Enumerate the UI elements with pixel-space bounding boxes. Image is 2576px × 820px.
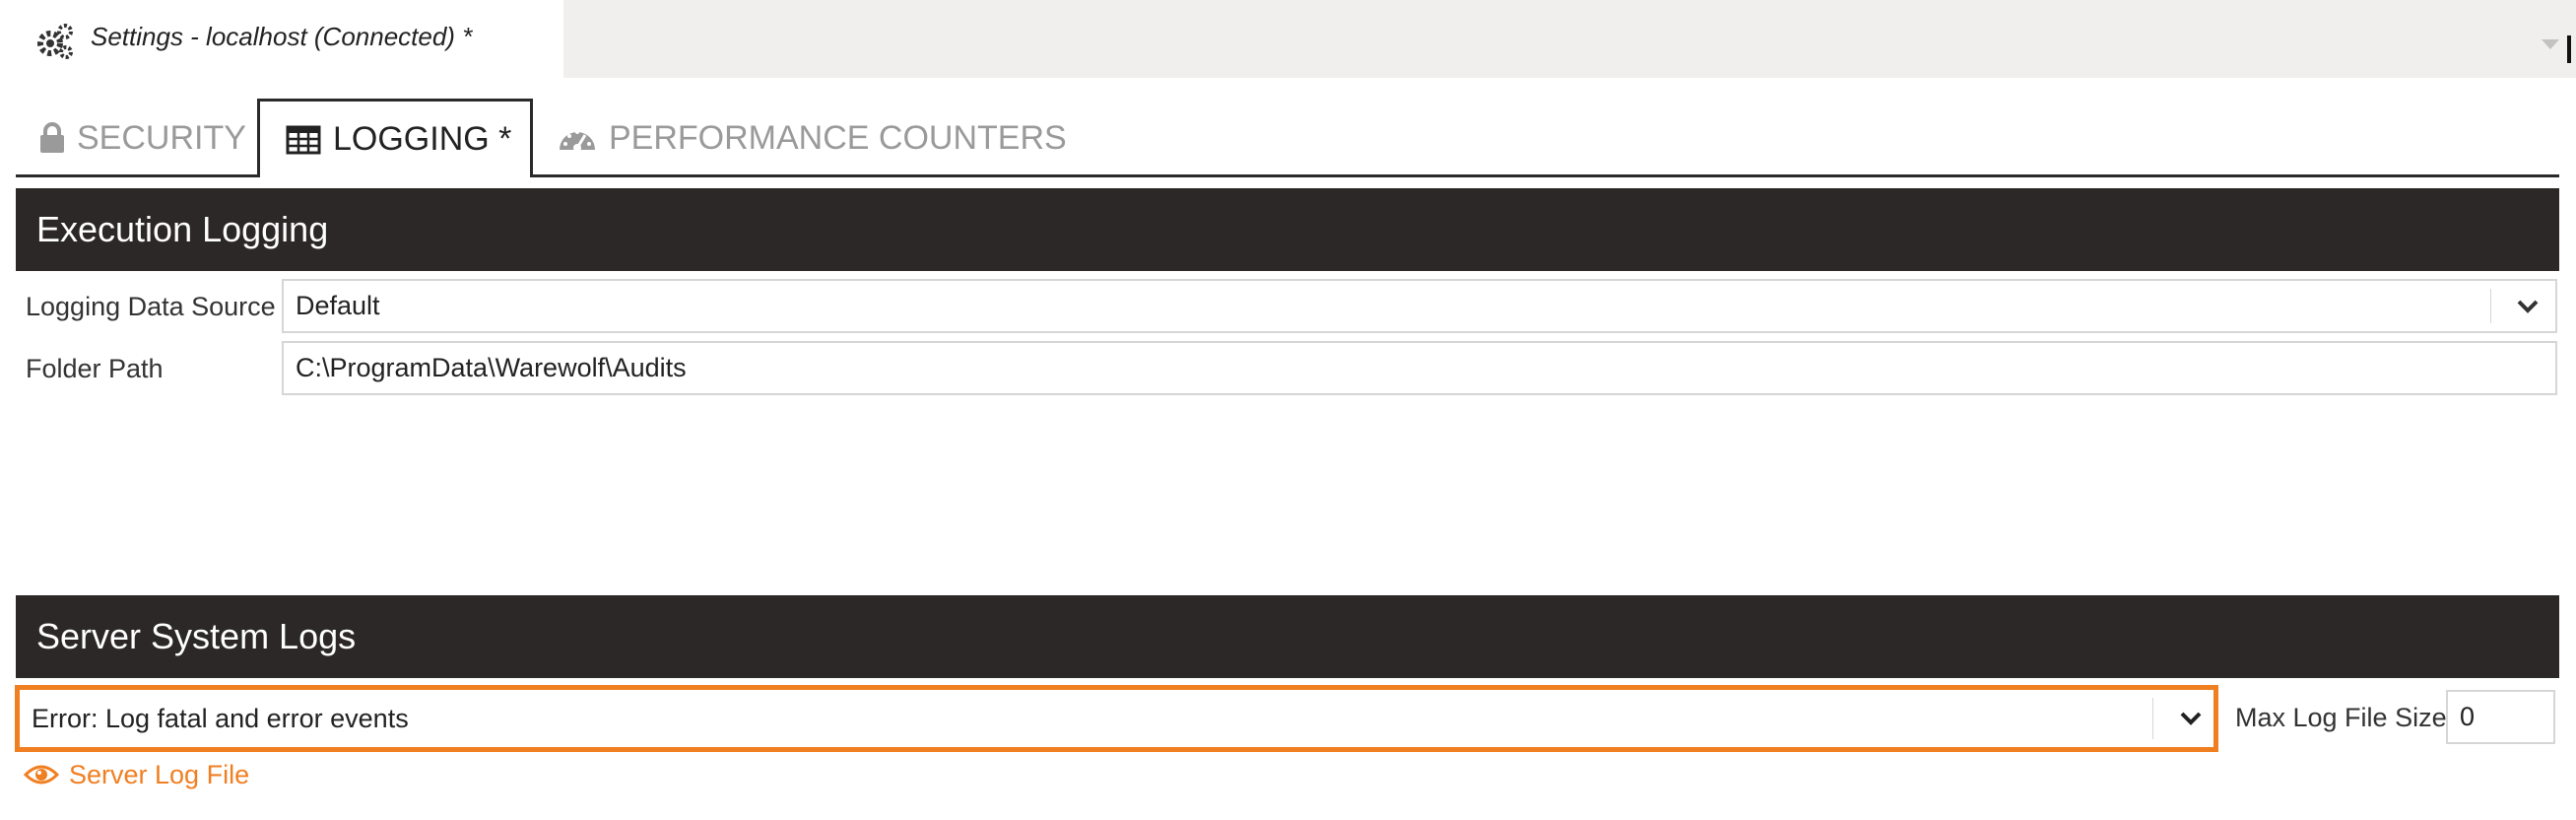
table-icon [286, 125, 321, 154]
server-log-level-dropdown[interactable]: Error: Log fatal and error events [15, 685, 2218, 752]
window-edge [2567, 35, 2571, 63]
document-tab-title: Settings - localhost (Connected) * [91, 22, 473, 51]
tab-list-dropdown-icon[interactable] [2542, 39, 2559, 49]
gauge-icon [560, 130, 595, 152]
tab-logging[interactable]: LOGGING * [257, 99, 533, 180]
server-system-logs-header: Server System Logs [16, 595, 2559, 678]
max-log-file-size-label: Max Log File Size [2235, 703, 2447, 732]
execution-logging-header: Execution Logging [16, 188, 2559, 271]
chevron-down-icon [2180, 712, 2202, 725]
eye-icon [24, 765, 59, 785]
document-tab-settings[interactable]: Settings - localhost (Connected) * [0, 0, 563, 78]
max-log-file-size-value: 0 [2460, 702, 2476, 731]
folder-path-input[interactable]: C:\ProgramData\Warewolf\Audits [282, 341, 2557, 395]
server-system-logs-title: Server System Logs [36, 616, 357, 656]
logging-data-source-value: Default [296, 291, 380, 320]
folder-path-value: C:\ProgramData\Warewolf\Audits [296, 353, 687, 382]
tab-performance-counters-label: PERFORMANCE COUNTERS [609, 118, 1067, 157]
settings-tabs: SECURITY LOGGING * PERFORMANCE COUNTERS [16, 99, 2559, 180]
tab-performance-counters[interactable]: PERFORMANCE COUNTERS [558, 99, 1067, 177]
lock-icon [40, 122, 64, 153]
tab-logging-label: LOGGING * [333, 120, 512, 158]
server-log-level-value: Error: Log fatal and error events [32, 703, 409, 733]
execution-logging-title: Execution Logging [36, 209, 329, 249]
logging-data-source-dropdown[interactable]: Default [282, 279, 2557, 333]
tab-security[interactable]: SECURITY [39, 99, 246, 177]
tab-security-label: SECURITY [77, 118, 246, 157]
dropdown-separator [2490, 289, 2491, 323]
server-log-file-label: Server Log File [69, 759, 250, 789]
server-log-file-link[interactable]: Server Log File [24, 757, 249, 792]
dropdown-separator [2152, 698, 2153, 739]
folder-path-label: Folder Path [26, 354, 164, 383]
chevron-down-icon [2517, 300, 2539, 313]
logging-data-source-label: Logging Data Source [26, 292, 276, 321]
document-tab-strip: Settings - localhost (Connected) * [0, 0, 2576, 78]
gears-icon [37, 24, 73, 59]
max-log-file-size-input[interactable]: 0 [2446, 690, 2555, 744]
